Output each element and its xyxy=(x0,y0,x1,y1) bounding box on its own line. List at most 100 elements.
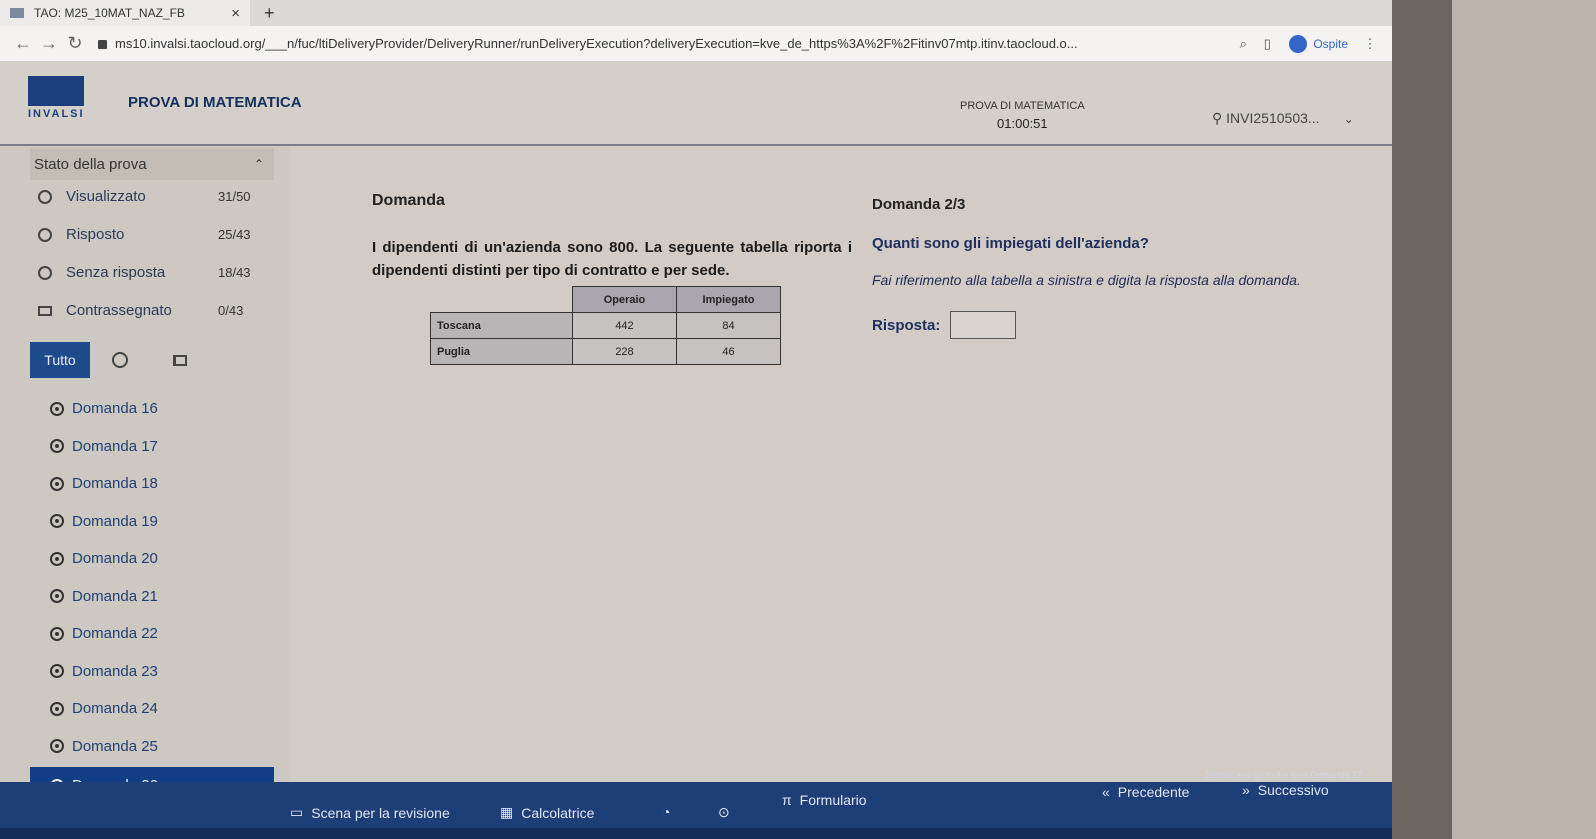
page-title: PROVA DI MATEMATICA xyxy=(128,94,302,111)
crosshair-icon: ⊙ xyxy=(718,804,730,820)
double-chevron-left-icon: « xyxy=(1102,784,1110,800)
answer-heading: Domanda 2/3 xyxy=(872,196,966,213)
answered-icon xyxy=(50,626,64,641)
formulas-button[interactable]: π Formulario xyxy=(782,792,867,808)
table-cell: 84 xyxy=(676,312,781,339)
answer-column: Domanda 2/3 Quanti sono gli impiegati de… xyxy=(872,196,1312,339)
close-tab-icon[interactable]: × xyxy=(231,5,240,22)
invalsi-logo: INVALSI xyxy=(28,76,90,122)
stat-label: Risposto xyxy=(66,226,125,243)
answer-row: Risposta: xyxy=(872,311,1312,339)
eye-icon xyxy=(38,189,52,204)
user-icon: ⚲ xyxy=(1212,110,1227,126)
answered-icon xyxy=(50,476,64,491)
stat-label: Senza risposta xyxy=(66,264,166,281)
logo-mark-icon xyxy=(28,76,84,106)
sidebar: Stato della prova ⌃ Visualizzato 31/50 R… xyxy=(0,146,290,812)
previous-button[interactable]: « Precedente xyxy=(1102,784,1189,800)
calculator-label: Calcolatrice xyxy=(521,804,595,821)
question-item[interactable]: Domanda 21 xyxy=(30,578,280,616)
question-label: Domanda 18 xyxy=(72,475,158,493)
answer-label: Risposta: xyxy=(872,316,941,334)
question-item[interactable]: Domanda 17 xyxy=(30,428,280,466)
lock-icon xyxy=(98,40,107,50)
back-icon[interactable]: ← xyxy=(10,33,36,54)
question-stem: I dipendenti di un'azienda sono 800. La … xyxy=(372,239,852,279)
timer-tool-button[interactable]: ◔ xyxy=(662,804,670,820)
question-label: Domanda 24 xyxy=(72,700,158,718)
question-item[interactable]: Domanda 22 xyxy=(30,615,280,653)
answered-icon xyxy=(50,701,64,716)
question-item[interactable]: Domanda 24 xyxy=(30,690,280,728)
question-list: Domanda 16 Domanda 17 Domanda 18 Domanda… xyxy=(30,390,280,805)
stat-label: Visualizzato xyxy=(66,188,146,205)
stat-count: 0/43 xyxy=(218,303,244,318)
flag-icon xyxy=(173,354,187,366)
answer-input[interactable] xyxy=(950,311,1017,339)
zoom-icon[interactable]: ⌕ xyxy=(1231,36,1255,52)
calculator-icon: ▦ xyxy=(500,804,514,820)
sidepanel-icon[interactable]: ▯ xyxy=(1255,36,1279,52)
browser-tab-bar: TAO: M25_10MAT_NAZ_FB × + xyxy=(0,0,1392,26)
browser-status-bar xyxy=(0,828,1392,839)
pi-icon: π xyxy=(782,792,792,808)
profile-avatar-icon xyxy=(1289,34,1308,53)
answered-icon xyxy=(50,664,64,679)
status-panel-toggle[interactable]: Stato della prova ⌃ xyxy=(30,148,274,180)
chevron-up-icon: ⌃ xyxy=(253,157,264,171)
answered-icon xyxy=(50,551,64,566)
favicon-icon xyxy=(10,8,24,18)
forward-icon[interactable]: → xyxy=(36,33,62,54)
column-header: Impiegato xyxy=(676,286,781,313)
answered-icon xyxy=(50,739,64,754)
question-area: Domanda I dipendenti di un'azienda sono … xyxy=(290,146,1392,782)
screen-bezel xyxy=(1392,0,1596,839)
stat-unanswered: Senza risposta 18/43 xyxy=(38,264,268,281)
browser-tab[interactable]: TAO: M25_10MAT_NAZ_FB × xyxy=(0,0,250,26)
table-cell: 442 xyxy=(572,312,677,339)
new-tab-button[interactable]: + xyxy=(264,3,275,24)
filter-unanswered-tab[interactable] xyxy=(90,342,150,378)
question-item[interactable]: Domanda 25 xyxy=(30,728,280,766)
question-item[interactable]: Domanda 18 xyxy=(30,465,280,503)
next-label: Successivo xyxy=(1257,782,1329,798)
stat-count: 31/50 xyxy=(218,189,251,204)
next-button[interactable]: » Successivo xyxy=(1242,782,1329,798)
table-row: Toscana 442 84 xyxy=(430,312,781,339)
test-name: PROVA DI MATEMATICA xyxy=(960,100,1085,112)
calculator-button[interactable]: ▦ Calcolatrice xyxy=(500,804,594,821)
row-header: Toscana xyxy=(430,312,573,339)
stat-flagged: Contrassegnato 0/43 xyxy=(38,302,268,319)
logo-text: INVALSI xyxy=(28,108,85,120)
answered-icon xyxy=(50,589,64,604)
url-field[interactable]: ms10.invalsi.taocloud.org/___n/fuc/ltiDe… xyxy=(98,36,1221,51)
circle-icon xyxy=(38,265,52,280)
reload-icon[interactable]: ↻ xyxy=(62,33,88,54)
stat-count: 18/43 xyxy=(218,265,251,280)
filter-all-tab[interactable]: Tutto xyxy=(30,342,90,378)
clock-icon: ◔ xyxy=(662,804,671,820)
answered-icon xyxy=(50,439,64,454)
question-item[interactable]: Domanda 23 xyxy=(30,653,280,691)
question-item[interactable]: Domanda 20 xyxy=(30,540,280,578)
question-label: Domanda 19 xyxy=(72,512,158,530)
review-button[interactable]: ▭ Scena per la revisione xyxy=(290,804,450,821)
double-chevron-right-icon: » xyxy=(1242,782,1250,798)
test-info: PROVA DI MATEMATICA 01:00:51 xyxy=(960,100,1085,131)
profile-button[interactable]: Ospite xyxy=(1289,34,1348,53)
question-item[interactable]: Domanda 16 xyxy=(30,390,280,428)
menu-icon[interactable]: ⋮ xyxy=(1358,36,1382,52)
user-menu[interactable]: ⚲ INVI2510503... ⌄ xyxy=(1212,110,1354,127)
stat-count: 25/43 xyxy=(218,227,251,242)
filter-flagged-tab[interactable] xyxy=(150,342,210,378)
question-column: Domanda I dipendenti di un'azienda sono … xyxy=(372,192,852,282)
question-filters: Tutto xyxy=(30,342,230,378)
target-tool-button[interactable]: ⊙ xyxy=(718,804,730,821)
previous-label: Precedente xyxy=(1117,784,1190,800)
question-item[interactable]: Domanda 19 xyxy=(30,503,280,541)
table-row: Puglia 228 46 xyxy=(430,338,781,365)
answered-icon xyxy=(38,227,52,242)
question-heading: Domanda xyxy=(372,192,445,209)
review-icon: ▭ xyxy=(290,804,304,820)
background-surface xyxy=(1452,0,1596,839)
